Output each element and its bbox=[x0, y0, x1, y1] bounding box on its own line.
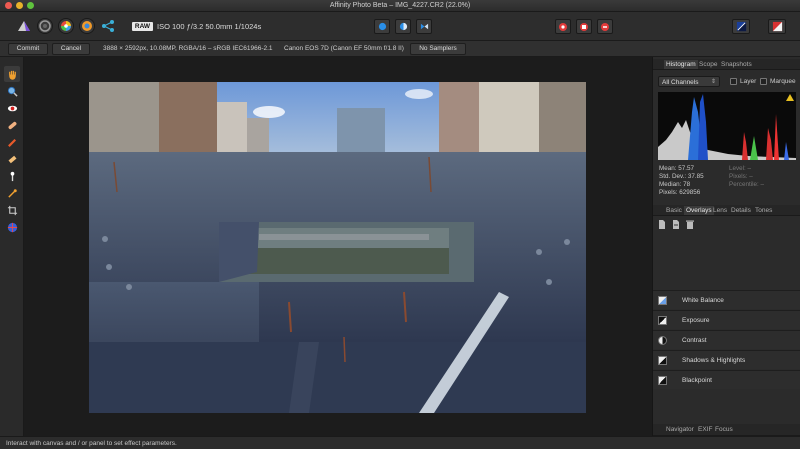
adjustment-label: Contrast bbox=[682, 337, 707, 344]
gradient-icon[interactable] bbox=[4, 168, 20, 184]
right-panel: Histogram Scope Snapshots All Channels ⇕… bbox=[652, 57, 800, 436]
black-white-point-button[interactable] bbox=[732, 19, 750, 34]
cancel-button[interactable]: Cancel bbox=[52, 43, 90, 55]
stat-pixels-alt: Pixels: – bbox=[729, 173, 753, 180]
trash-icon[interactable] bbox=[686, 220, 694, 231]
layer-label: Layer bbox=[740, 78, 757, 85]
channel-select-value: All Channels bbox=[662, 79, 699, 86]
photo-image bbox=[89, 82, 586, 413]
tab-navigator[interactable]: Navigator bbox=[666, 426, 694, 433]
tab-snapshots[interactable]: Snapshots bbox=[721, 61, 752, 68]
adjustment-label: Blackpoint bbox=[682, 377, 712, 384]
clipped-tones-button[interactable] bbox=[555, 19, 571, 34]
stat-median: Median: 78 bbox=[659, 181, 691, 188]
stat-percentile: Percentile: – bbox=[729, 181, 765, 188]
liquify-persona-icon[interactable] bbox=[37, 18, 53, 34]
show-clipped-highlights-button[interactable] bbox=[374, 19, 390, 34]
image-info: 3888 × 2592px, 10.08MP, RGBA/16 – sRGB I… bbox=[103, 45, 273, 52]
camera-info: Canon EOS 7D (Canon EF 50mm f/1.8 II) bbox=[284, 45, 404, 52]
raw-badge: RAW bbox=[132, 22, 153, 31]
tools-panel bbox=[0, 57, 24, 436]
contrast-icon bbox=[658, 336, 667, 345]
samplers-button[interactable]: No Samplers bbox=[410, 43, 466, 55]
main-toolbar: RAW ISO 100 ƒ/3.2 50.0mm 1/1024s bbox=[0, 12, 800, 41]
stat-pixels: Pixels: 629856 bbox=[659, 189, 701, 196]
status-bar: Interact with canvas and / or panel to s… bbox=[0, 436, 800, 449]
tab-details[interactable]: Details bbox=[731, 207, 751, 214]
split-view-button[interactable] bbox=[416, 19, 432, 34]
marquee-checkbox[interactable] bbox=[760, 78, 767, 85]
develop-tabs: Basic Overlays Lens Details Tones bbox=[653, 205, 800, 216]
stat-stddev: Std. Dev.: 37.85 bbox=[659, 173, 704, 180]
export-persona-icon[interactable] bbox=[100, 18, 116, 34]
hand-icon[interactable] bbox=[4, 66, 20, 82]
histogram-graph[interactable] bbox=[658, 92, 796, 160]
assistant-button[interactable] bbox=[768, 19, 786, 34]
crop-icon[interactable] bbox=[4, 202, 20, 218]
show-clipped-shadows-button[interactable] bbox=[395, 19, 411, 34]
channel-select[interactable]: All Channels ⇕ bbox=[658, 76, 720, 87]
exposure-icon bbox=[658, 316, 667, 325]
navigator-tabs: Navigator EXIF Focus bbox=[653, 424, 800, 436]
white-balance-picker-icon[interactable] bbox=[4, 185, 20, 201]
eraser-icon[interactable] bbox=[4, 151, 20, 167]
red-eye-icon[interactable] bbox=[4, 100, 20, 116]
chevron-updown-icon: ⇕ bbox=[710, 79, 716, 85]
adjustment-label: White Balance bbox=[682, 297, 724, 304]
zoom-icon[interactable] bbox=[4, 83, 20, 99]
brush-icon[interactable] bbox=[4, 134, 20, 150]
clipped-highlights-button[interactable] bbox=[576, 19, 592, 34]
commit-button[interactable]: Commit bbox=[8, 43, 48, 55]
adjustment-contrast[interactable]: Contrast bbox=[653, 330, 800, 349]
adjustment-label: Shadows & Highlights bbox=[682, 357, 746, 364]
warning-icon bbox=[786, 94, 794, 101]
canvas-area[interactable] bbox=[24, 57, 652, 436]
layer-checkbox[interactable] bbox=[730, 78, 737, 85]
duplicate-overlay-icon[interactable] bbox=[672, 220, 680, 231]
tab-overlays[interactable]: Overlays bbox=[684, 206, 714, 215]
context-toolbar: Commit Cancel 3888 × 2592px, 10.08MP, RG… bbox=[0, 41, 800, 57]
tab-scope[interactable]: Scope bbox=[699, 61, 717, 68]
tab-tones[interactable]: Tones bbox=[755, 207, 772, 214]
white-balance-icon bbox=[658, 296, 667, 305]
title-bar: Affinity Photo Beta – IMG_4227.CR2 (22.0… bbox=[0, 0, 800, 12]
adjustment-exposure[interactable]: Exposure bbox=[653, 310, 800, 329]
add-overlay-icon[interactable] bbox=[658, 220, 666, 231]
stat-level: Level: – bbox=[729, 165, 752, 172]
tone-mapping-persona-icon[interactable] bbox=[79, 18, 95, 34]
marquee-label: Marquee bbox=[770, 78, 796, 85]
tab-histogram[interactable]: Histogram bbox=[664, 60, 698, 69]
tab-basic[interactable]: Basic bbox=[666, 207, 682, 214]
clipped-shadows-button[interactable] bbox=[597, 19, 613, 34]
adjustment-label: Exposure bbox=[682, 317, 710, 324]
adjustment-blackpoint[interactable]: Blackpoint bbox=[653, 370, 800, 389]
shadows-highlights-icon bbox=[658, 356, 667, 365]
histogram-tabs: Histogram Scope Snapshots bbox=[653, 59, 800, 70]
status-text: Interact with canvas and / or panel to s… bbox=[6, 440, 177, 447]
tab-exif[interactable]: EXIF bbox=[698, 426, 712, 433]
stat-mean: Mean: 57.57 bbox=[659, 165, 695, 172]
lens-grid-icon[interactable] bbox=[4, 219, 20, 235]
blemish-icon[interactable] bbox=[4, 117, 20, 133]
adjustment-shadows-highlights[interactable]: Shadows & Highlights bbox=[653, 350, 800, 369]
develop-persona-icon[interactable] bbox=[58, 18, 74, 34]
window-title: Affinity Photo Beta – IMG_4227.CR2 (22.0… bbox=[329, 2, 471, 9]
photo-persona-icon[interactable] bbox=[16, 18, 32, 34]
blackpoint-icon bbox=[658, 376, 667, 385]
photo-canvas[interactable] bbox=[89, 82, 586, 413]
tab-focus[interactable]: Focus bbox=[715, 426, 733, 433]
exif-summary: ISO 100 ƒ/3.2 50.0mm 1/1024s bbox=[157, 22, 262, 31]
tab-lens[interactable]: Lens bbox=[713, 207, 727, 214]
adjustment-white-balance[interactable]: White Balance bbox=[653, 290, 800, 309]
